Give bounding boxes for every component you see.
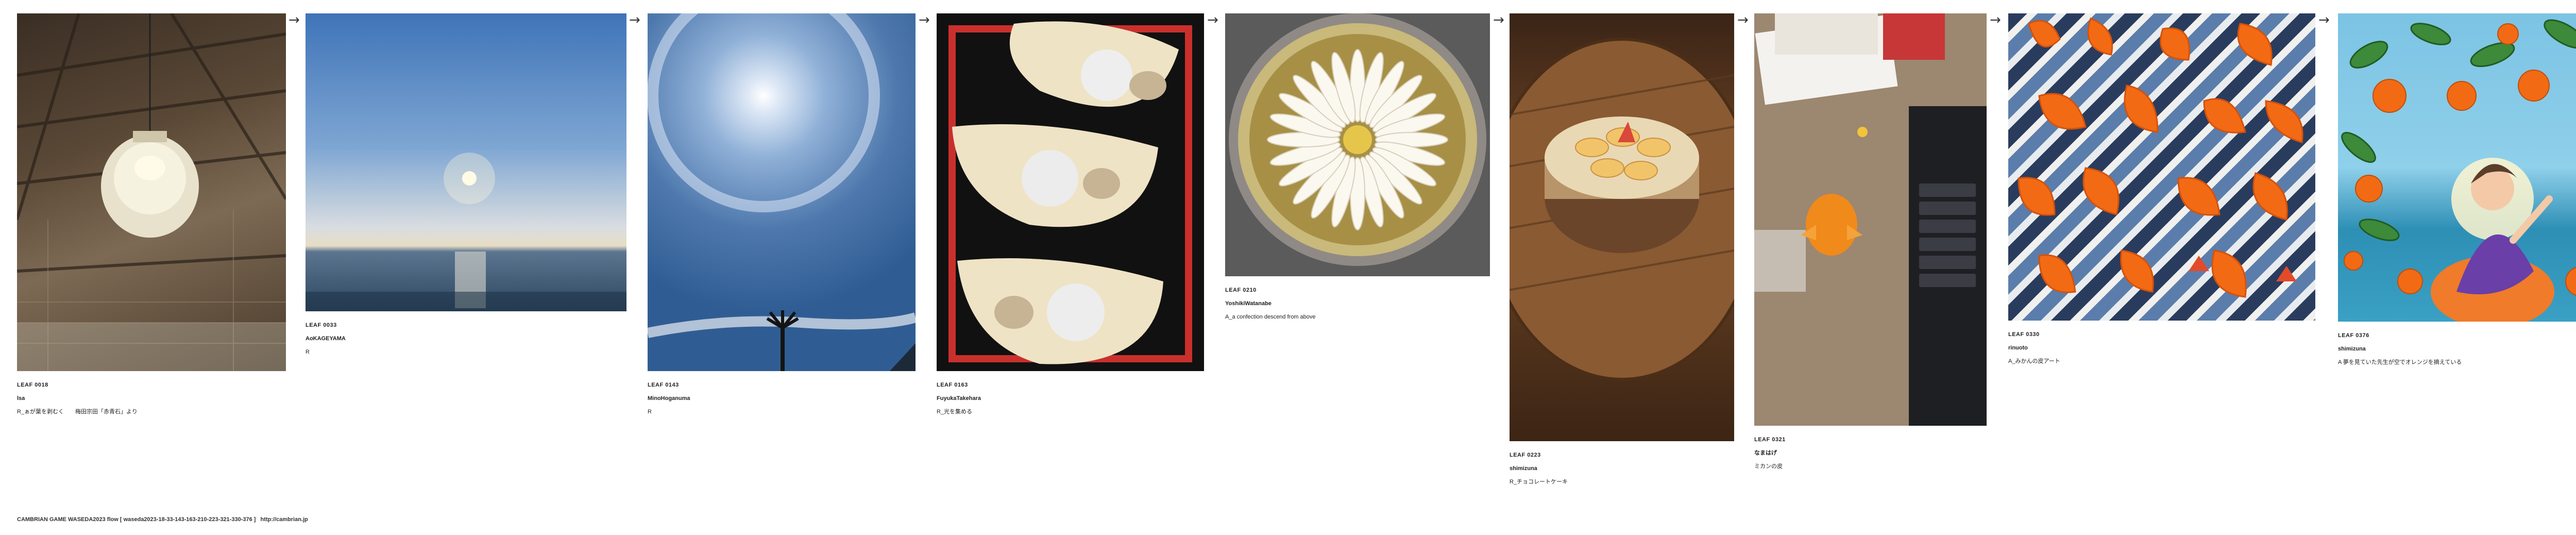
leaf-id: LEAF 0330 <box>2008 331 2040 338</box>
leaf-title: A_みかんの皮アート <box>2008 358 2060 364</box>
leaf-card[interactable]: LEAF 0223 shimizuna R_チョコレートケーキ <box>1510 13 1734 489</box>
leaf-photo-barn-lamp[interactable] <box>17 13 286 371</box>
leaf-title: R_チョコレートケーキ <box>1510 479 1568 485</box>
leaf-card[interactable]: LEAF 0033 AoKAGEYAMA R <box>306 13 626 359</box>
leaf-author[interactable]: shimizuna <box>2338 342 2576 356</box>
leaf-photo-daifuku[interactable] <box>937 13 1204 371</box>
leaf-author[interactable]: なまはげ <box>1754 446 1987 460</box>
leaf-author[interactable]: AoKAGEYAMA <box>306 332 626 345</box>
leaf-card[interactable]: LEAF 0330 rinuoto A_みかんの皮アート <box>2008 13 2315 368</box>
leaf-card[interactable]: LEAF 0018 lsa R_ぁが葉を剥むく 梅田宗田「赤青石」より <box>17 13 286 419</box>
leaf-photo-sunset[interactable] <box>306 13 626 311</box>
leaf-author[interactable]: rinuoto <box>2008 341 2315 355</box>
leaf-title: ミカンの皮 <box>1754 463 1783 470</box>
leaf-photo-peel-art[interactable] <box>2008 13 2315 321</box>
leaf-title: A 夢を見ていた先生が空でオレンジを摘えている <box>2338 359 2462 365</box>
leaf-photo-orange-tree[interactable] <box>2338 13 2576 322</box>
leaf-title: R <box>648 409 652 415</box>
leaf-photo-tart[interactable] <box>1225 13 1490 276</box>
leaf-card[interactable]: LEAF 0210 YoshikiWatanabe A_a confection… <box>1225 13 1490 324</box>
leaf-title: R <box>306 349 310 355</box>
leaf-photo-sun-halo[interactable] <box>648 13 916 371</box>
footer-brand: CAMBRIAN GAME WASEDA2023 flow [ waseda20… <box>17 516 256 523</box>
leaf-id: LEAF 0033 <box>306 322 337 328</box>
leaf-photo-orange-desk[interactable] <box>1754 13 1987 426</box>
flow-arrow-icon: → <box>289 12 300 28</box>
flow-arrow-icon: → <box>1207 12 1218 28</box>
flow-arrow-icon: → <box>1737 12 1749 28</box>
leaf-id: LEAF 0143 <box>648 382 679 388</box>
leaf-author[interactable]: MinoHoganuma <box>648 392 916 405</box>
leaf-id: LEAF 0376 <box>2338 332 2369 339</box>
leaf-title: R_ぁが葉を剥むく 梅田宗田「赤青石」より <box>17 409 138 415</box>
flow-arrow-icon: → <box>2318 12 2330 28</box>
leaf-title: R_光を集める <box>937 409 973 415</box>
leaf-card[interactable]: LEAF 0321 なまはげ ミカンの皮 <box>1754 13 1987 473</box>
leaf-id: LEAF 0321 <box>1754 437 1786 443</box>
footer: CAMBRIAN GAME WASEDA2023 flow [ waseda20… <box>17 516 311 523</box>
leaf-id: LEAF 0210 <box>1225 287 1257 293</box>
leaf-author[interactable]: lsa <box>17 392 286 405</box>
footer-url-link[interactable]: http://cambrian.jp <box>260 516 308 523</box>
flow-arrow-icon: → <box>629 12 640 28</box>
leaf-card[interactable]: LEAF 0163 FuyukaTakehara R_光を集める <box>937 13 1204 419</box>
leaf-author[interactable]: YoshikiWatanabe <box>1225 297 1490 310</box>
flow-arrow-icon: → <box>1990 12 2001 28</box>
leaf-id: LEAF 0223 <box>1510 452 1541 458</box>
leaf-card[interactable]: LEAF 0376 shimizuna A 夢を見ていた先生が空でオレンジを摘え… <box>2338 13 2576 369</box>
leaf-title: A_a confection descend from above <box>1225 314 1316 320</box>
leaf-id: LEAF 0018 <box>17 382 48 388</box>
flow-arrow-icon: → <box>919 12 930 28</box>
leaf-card[interactable]: LEAF 0143 MinoHoganuma R <box>648 13 916 419</box>
leaf-author[interactable]: shimizuna <box>1510 462 1734 475</box>
leaf-photo-cake[interactable] <box>1510 13 1734 441</box>
leaf-author[interactable]: FuyukaTakehara <box>937 392 1204 405</box>
flow-arrow-icon: → <box>1493 12 1504 28</box>
leaf-id: LEAF 0163 <box>937 382 968 388</box>
